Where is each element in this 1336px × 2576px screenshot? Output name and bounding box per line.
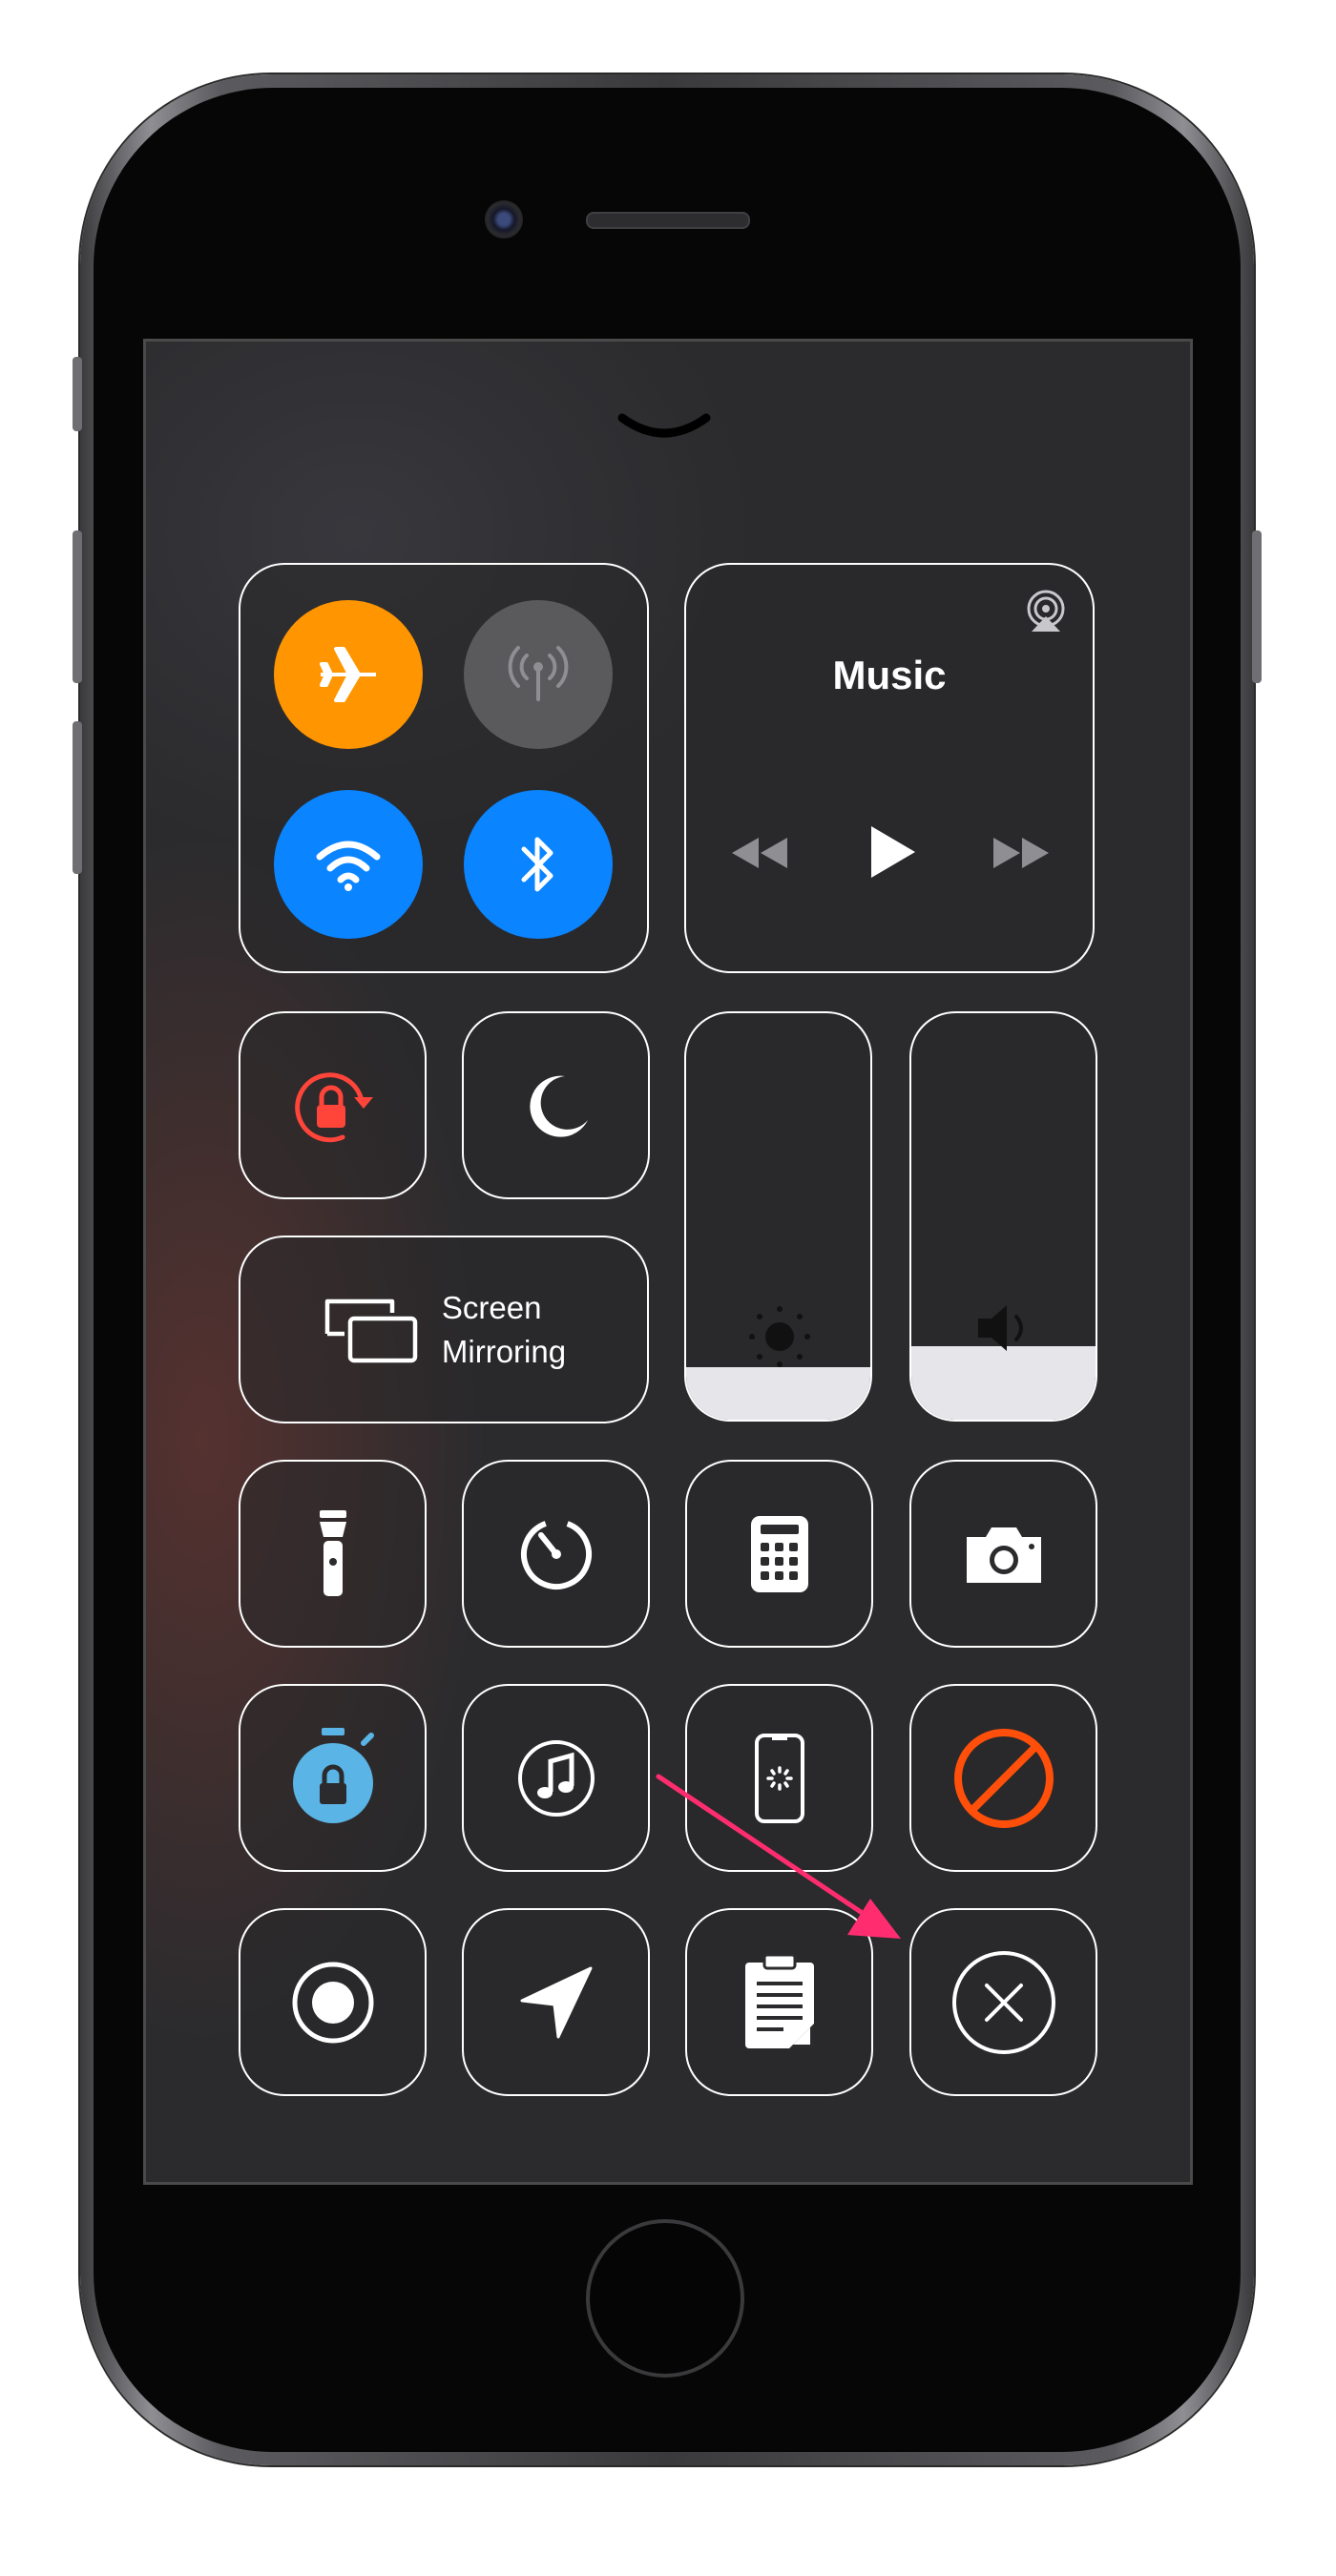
bluetooth-toggle[interactable] — [464, 790, 613, 939]
guided-access-button[interactable] — [239, 1684, 427, 1872]
screen-mirroring-label-line2: Mirroring — [441, 1333, 567, 1369]
music-recognition-icon — [517, 1739, 595, 1817]
screen-time-icon — [754, 1733, 804, 1823]
airplay-icon[interactable] — [1022, 588, 1070, 635]
screen-record-button[interactable] — [239, 1908, 427, 2096]
cellular-data-toggle[interactable] — [464, 600, 613, 749]
power-button — [1252, 530, 1262, 683]
location-icon — [520, 1966, 592, 2038]
do-not-disturb-driving-button[interactable] — [909, 1684, 1097, 1872]
rewind-icon[interactable] — [728, 834, 791, 872]
screen-record-icon — [292, 1962, 373, 2043]
rotation-lock-icon — [294, 1071, 373, 1142]
airplane-mode-toggle[interactable] — [274, 600, 423, 749]
airplane-icon — [320, 647, 376, 702]
volume-slider[interactable] — [909, 1011, 1097, 1422]
flashlight-icon — [319, 1509, 346, 1596]
camera-icon — [966, 1527, 1041, 1583]
music-recognition-button[interactable] — [462, 1684, 650, 1872]
bluetooth-icon — [521, 837, 553, 892]
sun-icon — [749, 1306, 810, 1367]
calculator-button[interactable] — [685, 1460, 873, 1648]
camera-button[interactable] — [909, 1460, 1097, 1648]
close-button[interactable] — [909, 1908, 1097, 2096]
brightness-slider[interactable] — [684, 1011, 872, 1422]
timer-icon — [520, 1518, 592, 1589]
front-camera — [485, 200, 523, 239]
screen-mirroring-label-line1: Screen — [441, 1289, 542, 1325]
calculator-icon — [750, 1515, 808, 1592]
orientation-lock-toggle[interactable] — [239, 1011, 427, 1199]
guided-access-icon — [292, 1727, 374, 1823]
wifi-toggle[interactable] — [274, 790, 423, 939]
chevron-down-icon[interactable] — [616, 410, 712, 445]
timer-button[interactable] — [462, 1460, 650, 1648]
close-icon — [951, 1950, 1055, 2054]
fast-forward-icon[interactable] — [990, 834, 1053, 872]
volume-down-button — [73, 721, 82, 874]
play-icon[interactable] — [866, 822, 919, 882]
screen-time-button[interactable] — [685, 1684, 873, 1872]
moon-icon — [529, 1075, 588, 1137]
music-title: Music — [832, 653, 947, 697]
screen-mirroring-icon — [324, 1298, 418, 1362]
notes-icon — [744, 1953, 814, 2048]
notes-button[interactable] — [685, 1908, 873, 2096]
volume-up-button — [73, 530, 82, 683]
wifi-icon — [316, 841, 381, 891]
brightness-level — [686, 1366, 870, 1420]
screen-mirroring-button[interactable]: Screen Mirroring — [239, 1236, 649, 1423]
flashlight-button[interactable] — [239, 1460, 427, 1648]
do-not-disturb-driving-icon — [953, 1728, 1054, 1828]
do-not-disturb-toggle[interactable] — [462, 1011, 650, 1199]
earpiece-speaker — [586, 212, 750, 229]
location-button[interactable] — [462, 1908, 650, 2096]
home-button[interactable] — [586, 2219, 744, 2378]
antenna-icon — [508, 646, 569, 701]
music-module[interactable]: Music — [684, 563, 1095, 973]
speaker-icon — [978, 1305, 1023, 1351]
volume-level — [911, 1346, 1096, 1420]
mute-switch — [73, 357, 82, 431]
